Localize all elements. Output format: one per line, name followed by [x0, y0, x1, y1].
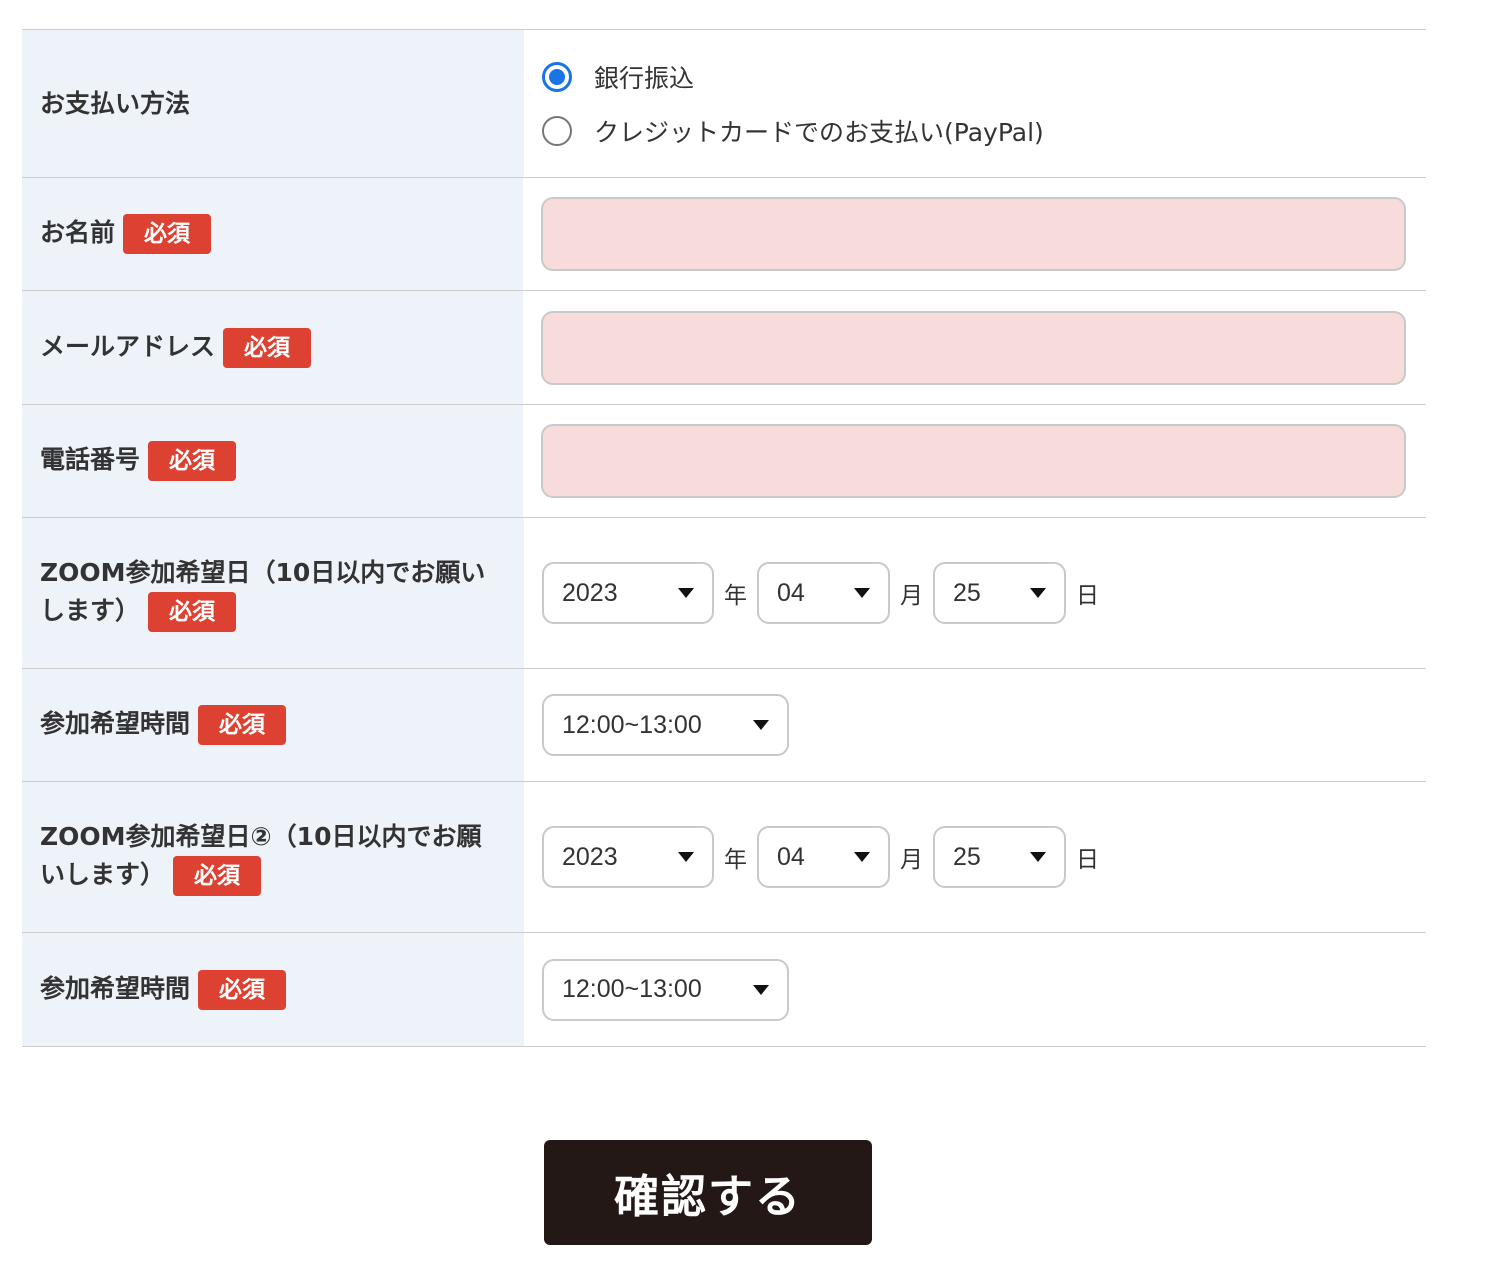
phone-input[interactable]: [541, 424, 1406, 498]
date1-row: ZOOM参加希望日（10日以内でお願いします） 必須 2023 年 04 月 25…: [22, 518, 1426, 669]
phone-label-cell: 電話番号 必須: [22, 405, 523, 517]
date1-month-select[interactable]: 04: [757, 562, 890, 624]
required-badge: 必須: [173, 856, 262, 896]
email-field-cell: [523, 291, 1426, 404]
date1-year-select[interactable]: 2023: [542, 562, 714, 624]
payment-option-bank[interactable]: 銀行振込: [542, 59, 1044, 95]
caret-down-icon: [753, 720, 769, 730]
caret-down-icon: [678, 588, 694, 598]
date1-year-value: 2023: [562, 578, 618, 607]
radio-paypal[interactable]: [542, 115, 572, 146]
time1-value: 12:00~13:00: [562, 710, 702, 739]
time2-label: 参加希望時間: [40, 973, 191, 1003]
month-unit: 月: [900, 847, 923, 873]
caret-down-icon: [854, 588, 870, 598]
date1-day-value: 25: [953, 578, 981, 607]
date2-month-value: 04: [777, 842, 805, 871]
date1-field-cell: 2023 年 04 月 25 日: [524, 518, 1426, 668]
date2-month-select[interactable]: 04: [757, 826, 890, 888]
time1-label: 参加希望時間: [40, 709, 191, 738]
payment-option-paypal-label: クレジットカードでのお支払い(PayPal): [594, 117, 1044, 147]
email-label: メールアドレス: [40, 331, 216, 361]
required-badge: 必須: [223, 327, 312, 368]
date1-label: ZOOM参加希望日（10日以内でお願いします）: [40, 558, 486, 625]
caret-down-icon: [753, 984, 769, 995]
email-label-cell: メールアドレス 必須: [22, 291, 523, 404]
date1-day-select[interactable]: 25: [933, 562, 1066, 624]
name-field-cell: [523, 178, 1426, 290]
required-badge: 必須: [123, 214, 212, 254]
payment-option-bank-label: 銀行振込: [594, 63, 695, 93]
payment-label: お支払い方法: [40, 88, 191, 118]
day-unit: 日: [1076, 583, 1099, 609]
payment-option-paypal[interactable]: クレジットカードでのお支払い(PayPal): [542, 113, 1044, 149]
required-badge: 必須: [198, 969, 287, 1010]
date2-day-value: 25: [953, 842, 981, 871]
confirm-button[interactable]: 確認する: [544, 1140, 872, 1245]
email-row: メールアドレス 必須: [22, 291, 1426, 405]
year-unit: 年: [724, 583, 747, 609]
date2-year-value: 2023: [562, 842, 618, 871]
day-unit: 日: [1076, 847, 1099, 873]
year-unit: 年: [724, 847, 747, 873]
caret-down-icon: [854, 852, 870, 862]
time1-field-cell: 12:00~13:00: [524, 669, 1426, 781]
month-unit: 月: [900, 583, 923, 609]
phone-field-cell: [523, 405, 1426, 517]
time1-select[interactable]: 12:00~13:00: [542, 694, 789, 756]
email-input[interactable]: [541, 310, 1406, 385]
date2-field-cell: 2023 年 04 月 25 日: [524, 782, 1426, 932]
radio-bank-transfer[interactable]: [542, 61, 572, 92]
name-label-cell: お名前 必須: [22, 178, 523, 290]
payment-field-cell: 銀行振込 クレジットカードでのお支払い(PayPal): [524, 30, 1426, 177]
name-row: お名前 必須: [22, 178, 1426, 291]
form-table: お支払い方法 銀行振込 クレジットカードでのお支払い(PayPal) お名前 必須: [22, 29, 1426, 1047]
payment-radio-group: 銀行振込 クレジットカードでのお支払い(PayPal): [542, 59, 1044, 149]
caret-down-icon: [678, 852, 694, 862]
phone-label: 電話番号: [40, 445, 141, 474]
time2-value: 12:00~13:00: [562, 975, 702, 1003]
required-badge: 必須: [148, 592, 237, 632]
time2-label-cell: 参加希望時間 必須: [22, 933, 524, 1046]
date1-label-cell: ZOOM参加希望日（10日以内でお願いします） 必須: [22, 518, 524, 668]
caret-down-icon: [1030, 588, 1046, 598]
name-input[interactable]: [541, 197, 1406, 271]
time2-field-cell: 12:00~13:00: [524, 933, 1426, 1046]
time2-row: 参加希望時間 必須 12:00~13:00: [22, 933, 1426, 1047]
date1-month-value: 04: [777, 578, 805, 607]
date2-label-cell: ZOOM参加希望日②（10日以内でお願いします） 必須: [22, 782, 524, 932]
date2-row: ZOOM参加希望日②（10日以内でお願いします） 必須 2023 年 04 月 2…: [22, 782, 1426, 933]
payment-row: お支払い方法 銀行振込 クレジットカードでのお支払い(PayPal): [22, 30, 1426, 178]
name-label: お名前: [40, 218, 116, 247]
date2-day-select[interactable]: 25: [933, 826, 1066, 888]
caret-down-icon: [1030, 852, 1046, 862]
phone-row: 電話番号 必須: [22, 405, 1426, 518]
time1-row: 参加希望時間 必須 12:00~13:00: [22, 669, 1426, 782]
payment-label-cell: お支払い方法: [22, 30, 524, 177]
required-badge: 必須: [198, 705, 287, 745]
time1-label-cell: 参加希望時間 必須: [22, 669, 524, 781]
time2-select[interactable]: 12:00~13:00: [542, 958, 789, 1021]
date2-year-select[interactable]: 2023: [542, 826, 714, 888]
required-badge: 必須: [148, 441, 237, 481]
